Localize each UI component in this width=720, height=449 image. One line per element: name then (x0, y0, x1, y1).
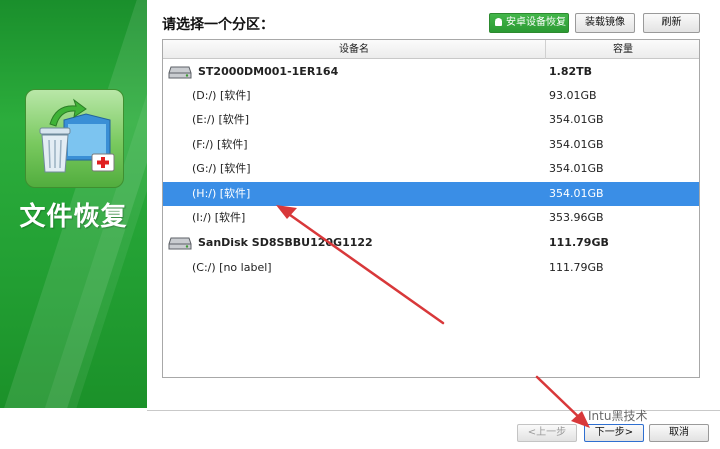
partition-name: (I:/) [软件] (192, 211, 246, 224)
partition-capacity: 353.96GB (549, 211, 604, 224)
arrow-to-next-button (535, 375, 590, 428)
column-header-name[interactable]: 设备名 (163, 40, 546, 59)
table-row-disk[interactable]: ST2000DM001-1ER164 1.82TB (163, 60, 699, 84)
recycle-bin-recovery-icon (25, 89, 124, 188)
table-row-partition-selected[interactable]: (H:/) [软件] 354.01GB (163, 182, 699, 206)
partition-capacity: 354.01GB (549, 162, 604, 175)
hard-disk-icon (168, 237, 192, 250)
cancel-button[interactable]: 取消 (649, 424, 709, 442)
column-header-capacity[interactable]: 容量 (547, 40, 699, 59)
table-row-partition[interactable]: (C:/) [no label] 111.79GB (163, 256, 699, 280)
partition-name: (H:/) [软件] (192, 187, 251, 200)
disk-name: SanDisk SD8SBBU120G1122 (198, 236, 373, 249)
partition-capacity: 93.01GB (549, 89, 597, 102)
android-icon (493, 16, 504, 27)
table-row-partition[interactable]: (F:/) [软件] 354.01GB (163, 133, 699, 157)
partition-table: 设备名 容量 ST2000DM001-1ER164 1.82TB (D:/) [… (162, 39, 700, 378)
side-title: 文件恢复 (19, 202, 128, 232)
watermark: Intu黑技术 (588, 409, 648, 423)
refresh-button[interactable]: 刷新 (643, 13, 700, 33)
mount-image-button[interactable]: 装载镜像 (575, 13, 635, 33)
previous-button[interactable]: <上一步 (517, 424, 577, 442)
partition-name: (G:/) [软件] (192, 162, 251, 175)
android-recovery-label: 安卓设备恢复 (506, 17, 566, 28)
partition-name: (E:/) [软件] (192, 113, 250, 126)
partition-capacity: 354.01GB (549, 187, 604, 200)
partition-name: (D:/) [软件] (192, 89, 251, 102)
partition-capacity: 111.79GB (549, 261, 604, 274)
table-row-partition[interactable]: (I:/) [软件] 353.96GB (163, 206, 699, 230)
side-panel: 文件恢复 (0, 0, 147, 408)
table-row-disk[interactable]: SanDisk SD8SBBU120G1122 111.79GB (163, 231, 699, 255)
disk-capacity: 1.82TB (549, 65, 593, 78)
table-row-partition[interactable]: (D:/) [软件] 93.01GB (163, 84, 699, 108)
partition-capacity: 354.01GB (549, 113, 604, 126)
partition-capacity: 354.01GB (549, 138, 604, 151)
disk-name: ST2000DM001-1ER164 (198, 65, 339, 78)
table-row-partition[interactable]: (E:/) [软件] 354.01GB (163, 108, 699, 132)
android-recovery-button[interactable]: 安卓设备恢复 (489, 13, 569, 33)
page-title: 请选择一个分区： (162, 17, 274, 33)
table-header: 设备名 容量 (163, 40, 699, 59)
table-row-partition[interactable]: (G:/) [软件] 354.01GB (163, 157, 699, 181)
disk-capacity: 111.79GB (549, 236, 609, 249)
hard-disk-icon (168, 66, 192, 79)
next-button[interactable]: 下一步> (584, 424, 644, 442)
partition-name: (F:/) [软件] (192, 138, 248, 151)
partition-name: (C:/) [no label] (192, 261, 272, 274)
